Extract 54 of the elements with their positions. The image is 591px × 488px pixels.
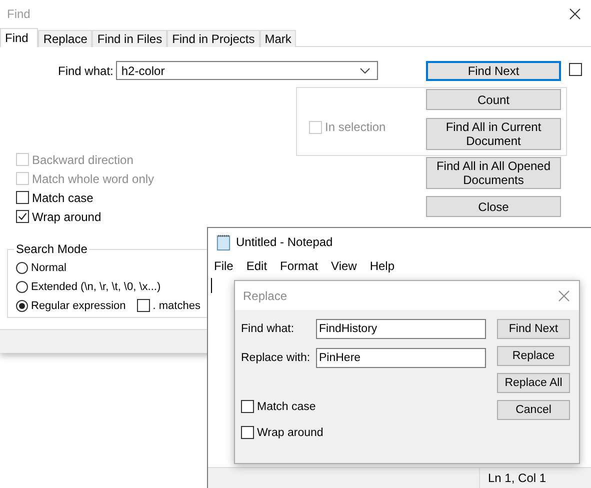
input-field[interactable]: PinHere (316, 348, 486, 368)
dialog-button[interactable]: Close (426, 196, 561, 217)
checkbox-label: Match whole word only (32, 172, 154, 186)
radio-label: Extended (\n, \r, \t, \0, \x...) (31, 280, 161, 292)
menu-item[interactable]: Format (280, 259, 324, 273)
text-cursor (211, 278, 212, 293)
checkbox[interactable] (241, 400, 254, 413)
window-title: Untitled - Notepad (236, 235, 333, 249)
radio-button[interactable] (16, 280, 28, 292)
group-title: Search Mode (14, 242, 90, 256)
checkbox[interactable] (16, 210, 29, 223)
field-label: Find what: (241, 323, 296, 335)
tab[interactable]: Find in Projects (167, 30, 260, 47)
checkbox-label: Match case (257, 400, 316, 412)
dialog-button[interactable]: Cancel (497, 400, 570, 420)
radio-label: Normal (31, 262, 66, 274)
checkbox[interactable] (16, 191, 29, 204)
notepad-icon (216, 234, 231, 250)
close-icon[interactable] (569, 8, 581, 20)
dialog-button[interactable]: Find Next (426, 61, 561, 81)
menu-item[interactable]: View (331, 259, 363, 273)
tab[interactable]: Mark (260, 30, 296, 47)
tab[interactable]: Find in Files (92, 30, 168, 47)
checkbox-label: Wrap around (32, 210, 102, 224)
menu-item[interactable]: File (214, 259, 240, 273)
dialog-button[interactable]: Replace (497, 346, 570, 366)
dialog-button[interactable]: Find All in All Opened Documents (426, 157, 561, 189)
window-title: Find (7, 7, 30, 21)
menu-item[interactable]: Edit (246, 259, 274, 273)
dialog-button[interactable]: Find All in Current Document (426, 118, 561, 150)
checkbox-label: In selection (325, 120, 386, 134)
window-title: Replace (243, 288, 288, 302)
find-what-combo[interactable]: h2-color (116, 61, 378, 80)
checkbox-label: Wrap around (257, 426, 324, 438)
radio-button[interactable] (16, 262, 28, 274)
dialog-button[interactable]: Count (426, 89, 561, 110)
chevron-down-icon (360, 68, 370, 74)
tab[interactable]: Find (0, 28, 38, 47)
radio-label: Regular expression (31, 300, 126, 312)
checkbox-label: . matches (152, 300, 200, 312)
status-text: Ln 1, Col 1 (479, 468, 591, 488)
find-what-label: Find what: (58, 64, 114, 78)
input-field[interactable]: FindHistory (316, 319, 486, 339)
checkbox[interactable] (241, 426, 254, 439)
checkbox-label: Match case (32, 190, 94, 204)
tab[interactable]: Replace (38, 30, 92, 47)
radio-button[interactable] (16, 300, 28, 312)
checkbox[interactable] (136, 299, 150, 312)
checkbox-label: Backward direction (32, 152, 134, 166)
dialog-button[interactable]: Replace All (497, 373, 570, 393)
checkbox[interactable] (569, 63, 582, 76)
field-label: Replace with: (241, 352, 312, 364)
menu-item[interactable]: Help (370, 259, 401, 273)
dialog-button[interactable]: Find Next (497, 319, 570, 339)
